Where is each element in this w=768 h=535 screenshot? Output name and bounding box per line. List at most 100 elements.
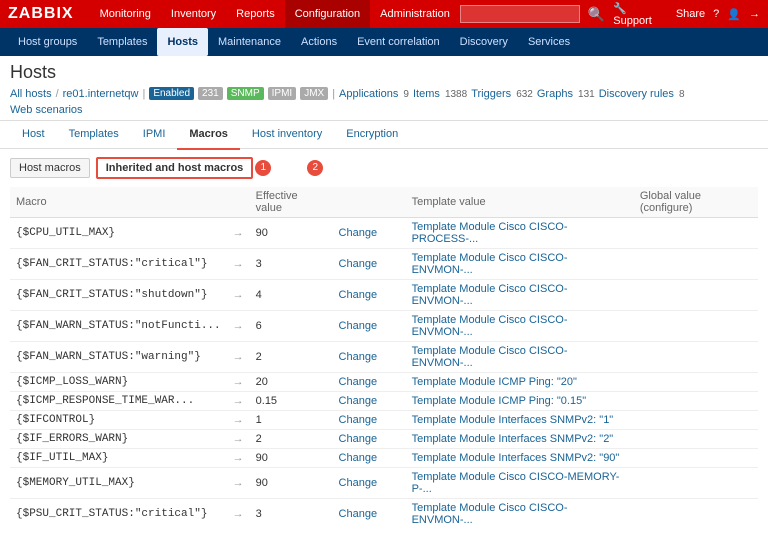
- change-link[interactable]: Change: [339, 227, 378, 239]
- tab-templates[interactable]: Templates: [57, 120, 131, 150]
- template-link[interactable]: Template Module Interfaces SNMPv2: "90": [412, 452, 620, 464]
- change-link[interactable]: Change: [339, 508, 378, 520]
- filter-count[interactable]: 231: [198, 87, 223, 100]
- change-link[interactable]: Change: [339, 477, 378, 489]
- change-cell[interactable]: Change: [333, 249, 406, 280]
- change-cell[interactable]: Change: [333, 373, 406, 392]
- filter-graphs[interactable]: Graphs 131: [537, 88, 595, 100]
- change-cell[interactable]: Change: [333, 499, 406, 528]
- change-link[interactable]: Change: [339, 452, 378, 464]
- macro-name-cell: {$FAN_CRIT_STATUS:"shutdown"}: [10, 280, 227, 311]
- template-link[interactable]: Template Module Interfaces SNMPv2: "1": [412, 414, 614, 426]
- nav-maintenance[interactable]: Maintenance: [208, 28, 291, 56]
- host-macros-tab[interactable]: Host macros: [10, 158, 90, 178]
- arrow-cell: →: [227, 342, 250, 373]
- nav-services[interactable]: Services: [518, 28, 580, 56]
- tab-macros[interactable]: Macros: [177, 120, 240, 150]
- filter-ipmi[interactable]: IPMI: [268, 87, 297, 100]
- template-link[interactable]: Template Module ICMP Ping: "20": [412, 376, 577, 388]
- template-link[interactable]: Template Module Cisco CISCO-MEMORY-P-...: [412, 471, 620, 495]
- nav-configuration[interactable]: Configuration: [285, 0, 370, 28]
- arrow-cell: →: [227, 218, 250, 249]
- table-row: {$FAN_CRIT_STATUS:"shutdown"}→4ChangeTem…: [10, 280, 758, 311]
- template-link[interactable]: Template Module Cisco CISCO-ENVMON-...: [412, 283, 568, 307]
- template-link[interactable]: Template Module Cisco CISCO-PROCESS-...: [412, 221, 568, 245]
- change-link[interactable]: Change: [339, 320, 378, 332]
- top-nav-right: 🔍 🔧 Support Share ? 👤 →: [460, 2, 760, 27]
- col-macro: Macro: [10, 187, 227, 218]
- template-value-cell: Template Module Cisco CISCO-ENVMON-...: [406, 311, 634, 342]
- change-cell[interactable]: Change: [333, 342, 406, 373]
- tab-host-inventory[interactable]: Host inventory: [240, 120, 334, 150]
- change-link[interactable]: Change: [339, 351, 378, 363]
- search-input[interactable]: [460, 5, 580, 23]
- filter-triggers[interactable]: Triggers 632: [471, 88, 533, 100]
- change-link[interactable]: Change: [339, 376, 378, 388]
- macro-name-cell: {$IF_ERRORS_WARN}: [10, 430, 227, 449]
- nav-monitoring[interactable]: Monitoring: [90, 0, 161, 28]
- support-link[interactable]: 🔧 Support: [613, 2, 668, 27]
- change-cell[interactable]: Change: [333, 449, 406, 468]
- nav-administration[interactable]: Administration: [370, 0, 460, 28]
- change-cell[interactable]: Change: [333, 468, 406, 499]
- help-link[interactable]: ?: [713, 8, 719, 20]
- tab-encryption[interactable]: Encryption: [334, 120, 410, 150]
- filter-all-hosts[interactable]: All hosts: [10, 88, 52, 100]
- nav-templates[interactable]: Templates: [87, 28, 157, 56]
- tab-ipmi[interactable]: IPMI: [131, 120, 178, 150]
- filter-enabled[interactable]: Enabled: [149, 87, 194, 100]
- filter-discovery[interactable]: Discovery rules 8: [599, 88, 685, 100]
- nav-reports[interactable]: Reports: [226, 0, 285, 28]
- template-link[interactable]: Template Module Interfaces SNMPv2: "2": [412, 433, 614, 445]
- nav-actions[interactable]: Actions: [291, 28, 347, 56]
- table-row: {$FAN_CRIT_STATUS:"critical"}→3ChangeTem…: [10, 249, 758, 280]
- inherited-macros-tab[interactable]: Inherited and host macros: [96, 157, 254, 179]
- effective-value-cell: 3: [250, 499, 333, 528]
- template-value-cell: Template Module Cisco CISCO-ENVMON-...: [406, 249, 634, 280]
- template-link[interactable]: Template Module ICMP Ping: "0.15": [412, 395, 587, 407]
- filter-row: All hosts / re01.internetqw | Enabled 23…: [10, 87, 758, 120]
- user-icon[interactable]: 👤: [727, 8, 741, 21]
- share-link[interactable]: Share: [676, 8, 705, 20]
- change-link[interactable]: Change: [339, 289, 378, 301]
- change-link[interactable]: Change: [339, 433, 378, 445]
- page-title: Hosts: [10, 62, 758, 83]
- logout-icon[interactable]: →: [749, 8, 760, 20]
- filter-items[interactable]: Items 1388: [413, 88, 467, 100]
- search-icon[interactable]: 🔍: [588, 6, 605, 23]
- template-link[interactable]: Template Module Cisco CISCO-ENVMON-...: [412, 345, 568, 369]
- tab-host[interactable]: Host: [10, 120, 57, 150]
- change-cell[interactable]: Change: [333, 311, 406, 342]
- global-value-cell: [634, 449, 758, 468]
- col-spacer: [333, 187, 406, 218]
- filter-web[interactable]: Web scenarios: [10, 104, 83, 116]
- effective-value-cell: 90: [250, 468, 333, 499]
- change-cell[interactable]: Change: [333, 218, 406, 249]
- nav-inventory[interactable]: Inventory: [161, 0, 226, 28]
- template-value-cell: Template Module Interfaces SNMPv2: "1": [406, 411, 634, 430]
- change-cell[interactable]: Change: [333, 411, 406, 430]
- change-cell[interactable]: Change: [333, 430, 406, 449]
- template-link[interactable]: Template Module Cisco CISCO-ENVMON-...: [412, 252, 568, 276]
- filter-applications[interactable]: Applications 9: [339, 88, 409, 100]
- change-link[interactable]: Change: [339, 395, 378, 407]
- change-link[interactable]: Change: [339, 414, 378, 426]
- change-cell[interactable]: Change: [333, 392, 406, 411]
- macro-table: Macro Effective value Template value Glo…: [10, 187, 758, 527]
- nav-host-groups[interactable]: Host groups: [8, 28, 87, 56]
- macro-name-cell: {$FAN_CRIT_STATUS:"critical"}: [10, 249, 227, 280]
- change-cell[interactable]: Change: [333, 280, 406, 311]
- nav-hosts[interactable]: Hosts: [157, 28, 208, 56]
- nav-event-correlation[interactable]: Event correlation: [347, 28, 450, 56]
- badge-2: 2: [307, 160, 323, 176]
- filter-jmx[interactable]: JMX: [300, 87, 328, 100]
- nav-discovery[interactable]: Discovery: [450, 28, 518, 56]
- change-link[interactable]: Change: [339, 258, 378, 270]
- table-row: {$ICMP_RESPONSE_TIME_WAR...→0.15ChangeTe…: [10, 392, 758, 411]
- template-value-cell: Template Module Cisco CISCO-PROCESS-...: [406, 218, 634, 249]
- table-row: {$MEMORY_UTIL_MAX}→90ChangeTemplate Modu…: [10, 468, 758, 499]
- filter-host-link[interactable]: re01.internetqw: [63, 88, 139, 100]
- filter-snmp[interactable]: SNMP: [227, 87, 264, 100]
- template-link[interactable]: Template Module Cisco CISCO-ENVMON-...: [412, 502, 568, 526]
- template-link[interactable]: Template Module Cisco CISCO-ENVMON-...: [412, 314, 568, 338]
